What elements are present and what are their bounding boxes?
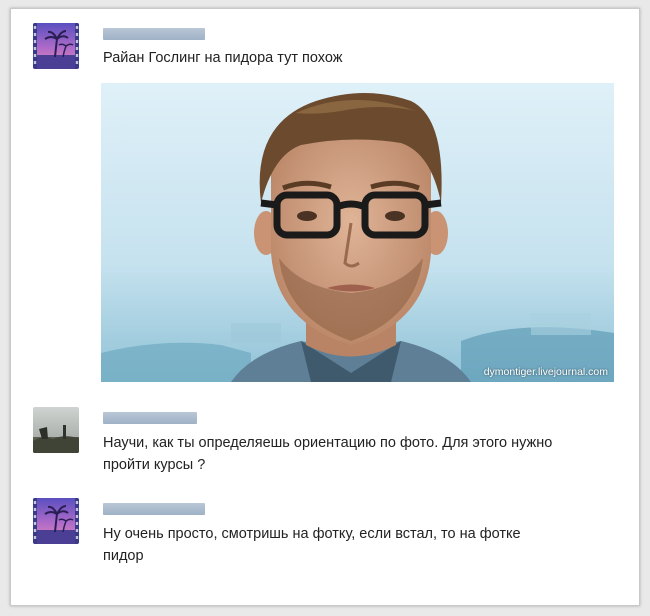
comment-thread: Райан Гослинг на пидора тут похож dymont… bbox=[10, 8, 640, 606]
author-name-redacted[interactable] bbox=[103, 412, 197, 424]
comment-text-line-2: пройти курсы ? bbox=[103, 457, 206, 473]
comment-text-line-2: пидор bbox=[103, 548, 144, 564]
comment-text: Райан Гослинг на пидора тут похож bbox=[103, 50, 343, 66]
attached-photo[interactable]: dymontiger.livejournal.com bbox=[101, 83, 614, 382]
palm-tree-icon bbox=[33, 23, 79, 69]
avatar[interactable] bbox=[33, 498, 79, 544]
palm-tree-icon bbox=[33, 498, 79, 544]
photo-watermark: dymontiger.livejournal.com bbox=[483, 366, 608, 378]
statue-photo-icon bbox=[33, 407, 79, 453]
comment-text-line-1: Научи, как ты определяешь ориентацию по … bbox=[103, 435, 553, 451]
author-name-redacted[interactable] bbox=[103, 28, 205, 40]
man-portrait-photo bbox=[101, 83, 614, 382]
author-name-redacted[interactable] bbox=[103, 503, 205, 515]
avatar[interactable] bbox=[33, 407, 79, 453]
avatar[interactable] bbox=[33, 23, 79, 69]
comment-text-line-1: Ну очень просто, смотришь на фотку, если… bbox=[103, 526, 521, 542]
